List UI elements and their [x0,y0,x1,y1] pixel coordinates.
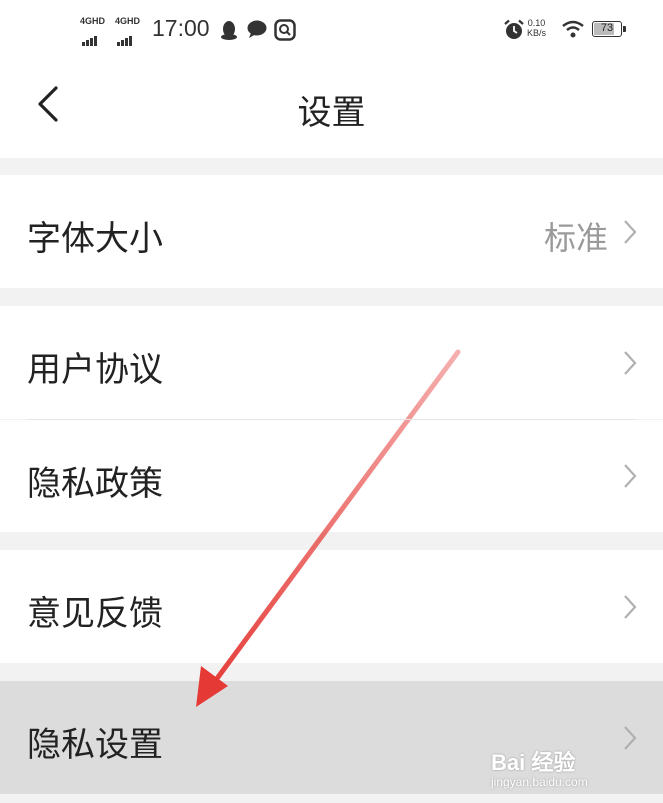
app-notification-icon [274,19,296,41]
chat-bubble-icon [247,20,267,38]
settings-row-privacy-policy[interactable]: 隐私政策 [0,420,663,532]
nav-header: 设置 [0,58,663,158]
divider [27,419,636,420]
settings-row-font-size[interactable]: 字体大小 标准 [0,175,663,288]
chevron-right-icon [624,220,637,244]
feedback-label: 意见反馈 [27,594,163,634]
chevron-right-icon [624,464,637,488]
battery-icon: 73 [592,21,626,37]
network-speed: 0.10 KB/s [527,18,546,38]
watermark-url: jingyan.baidu.com [491,775,588,789]
alarm-clock-icon [504,19,524,39]
privacy-settings-label: 隐私设置 [27,725,163,765]
signal-icon: 4GHD [80,16,112,46]
signal-icon: 4GHD [115,16,147,46]
watermark-logo: Bai 经验 [491,750,576,775]
qq-penguin-icon [221,21,237,40]
settings-row-user-agreement[interactable]: 用户协议 [0,306,663,419]
page-title: 设置 [297,93,366,133]
network-speed-value: 0.10 [527,18,546,28]
font-size-value: 标准 [543,219,608,257]
signal-label: 4GHD [115,16,141,26]
settings-row-feedback[interactable]: 意见反馈 [0,550,663,663]
chevron-right-icon [624,351,637,375]
wifi-icon [562,20,584,38]
status-bar: 4GHD 4GHD 17:00 0.10 KB/s 73 [0,0,663,58]
network-speed-unit: KB/s [527,28,547,38]
user-agreement-label: 用户协议 [27,350,163,390]
status-time: 17:00 [152,15,210,41]
chevron-right-icon [624,595,637,619]
font-size-label: 字体大小 [27,219,163,259]
signal-label: 4GHD [80,16,106,26]
battery-level: 73 [600,22,614,34]
privacy-policy-label: 隐私政策 [27,464,163,504]
watermark: Bai 经验 jingyan.baidu.com [491,745,641,793]
